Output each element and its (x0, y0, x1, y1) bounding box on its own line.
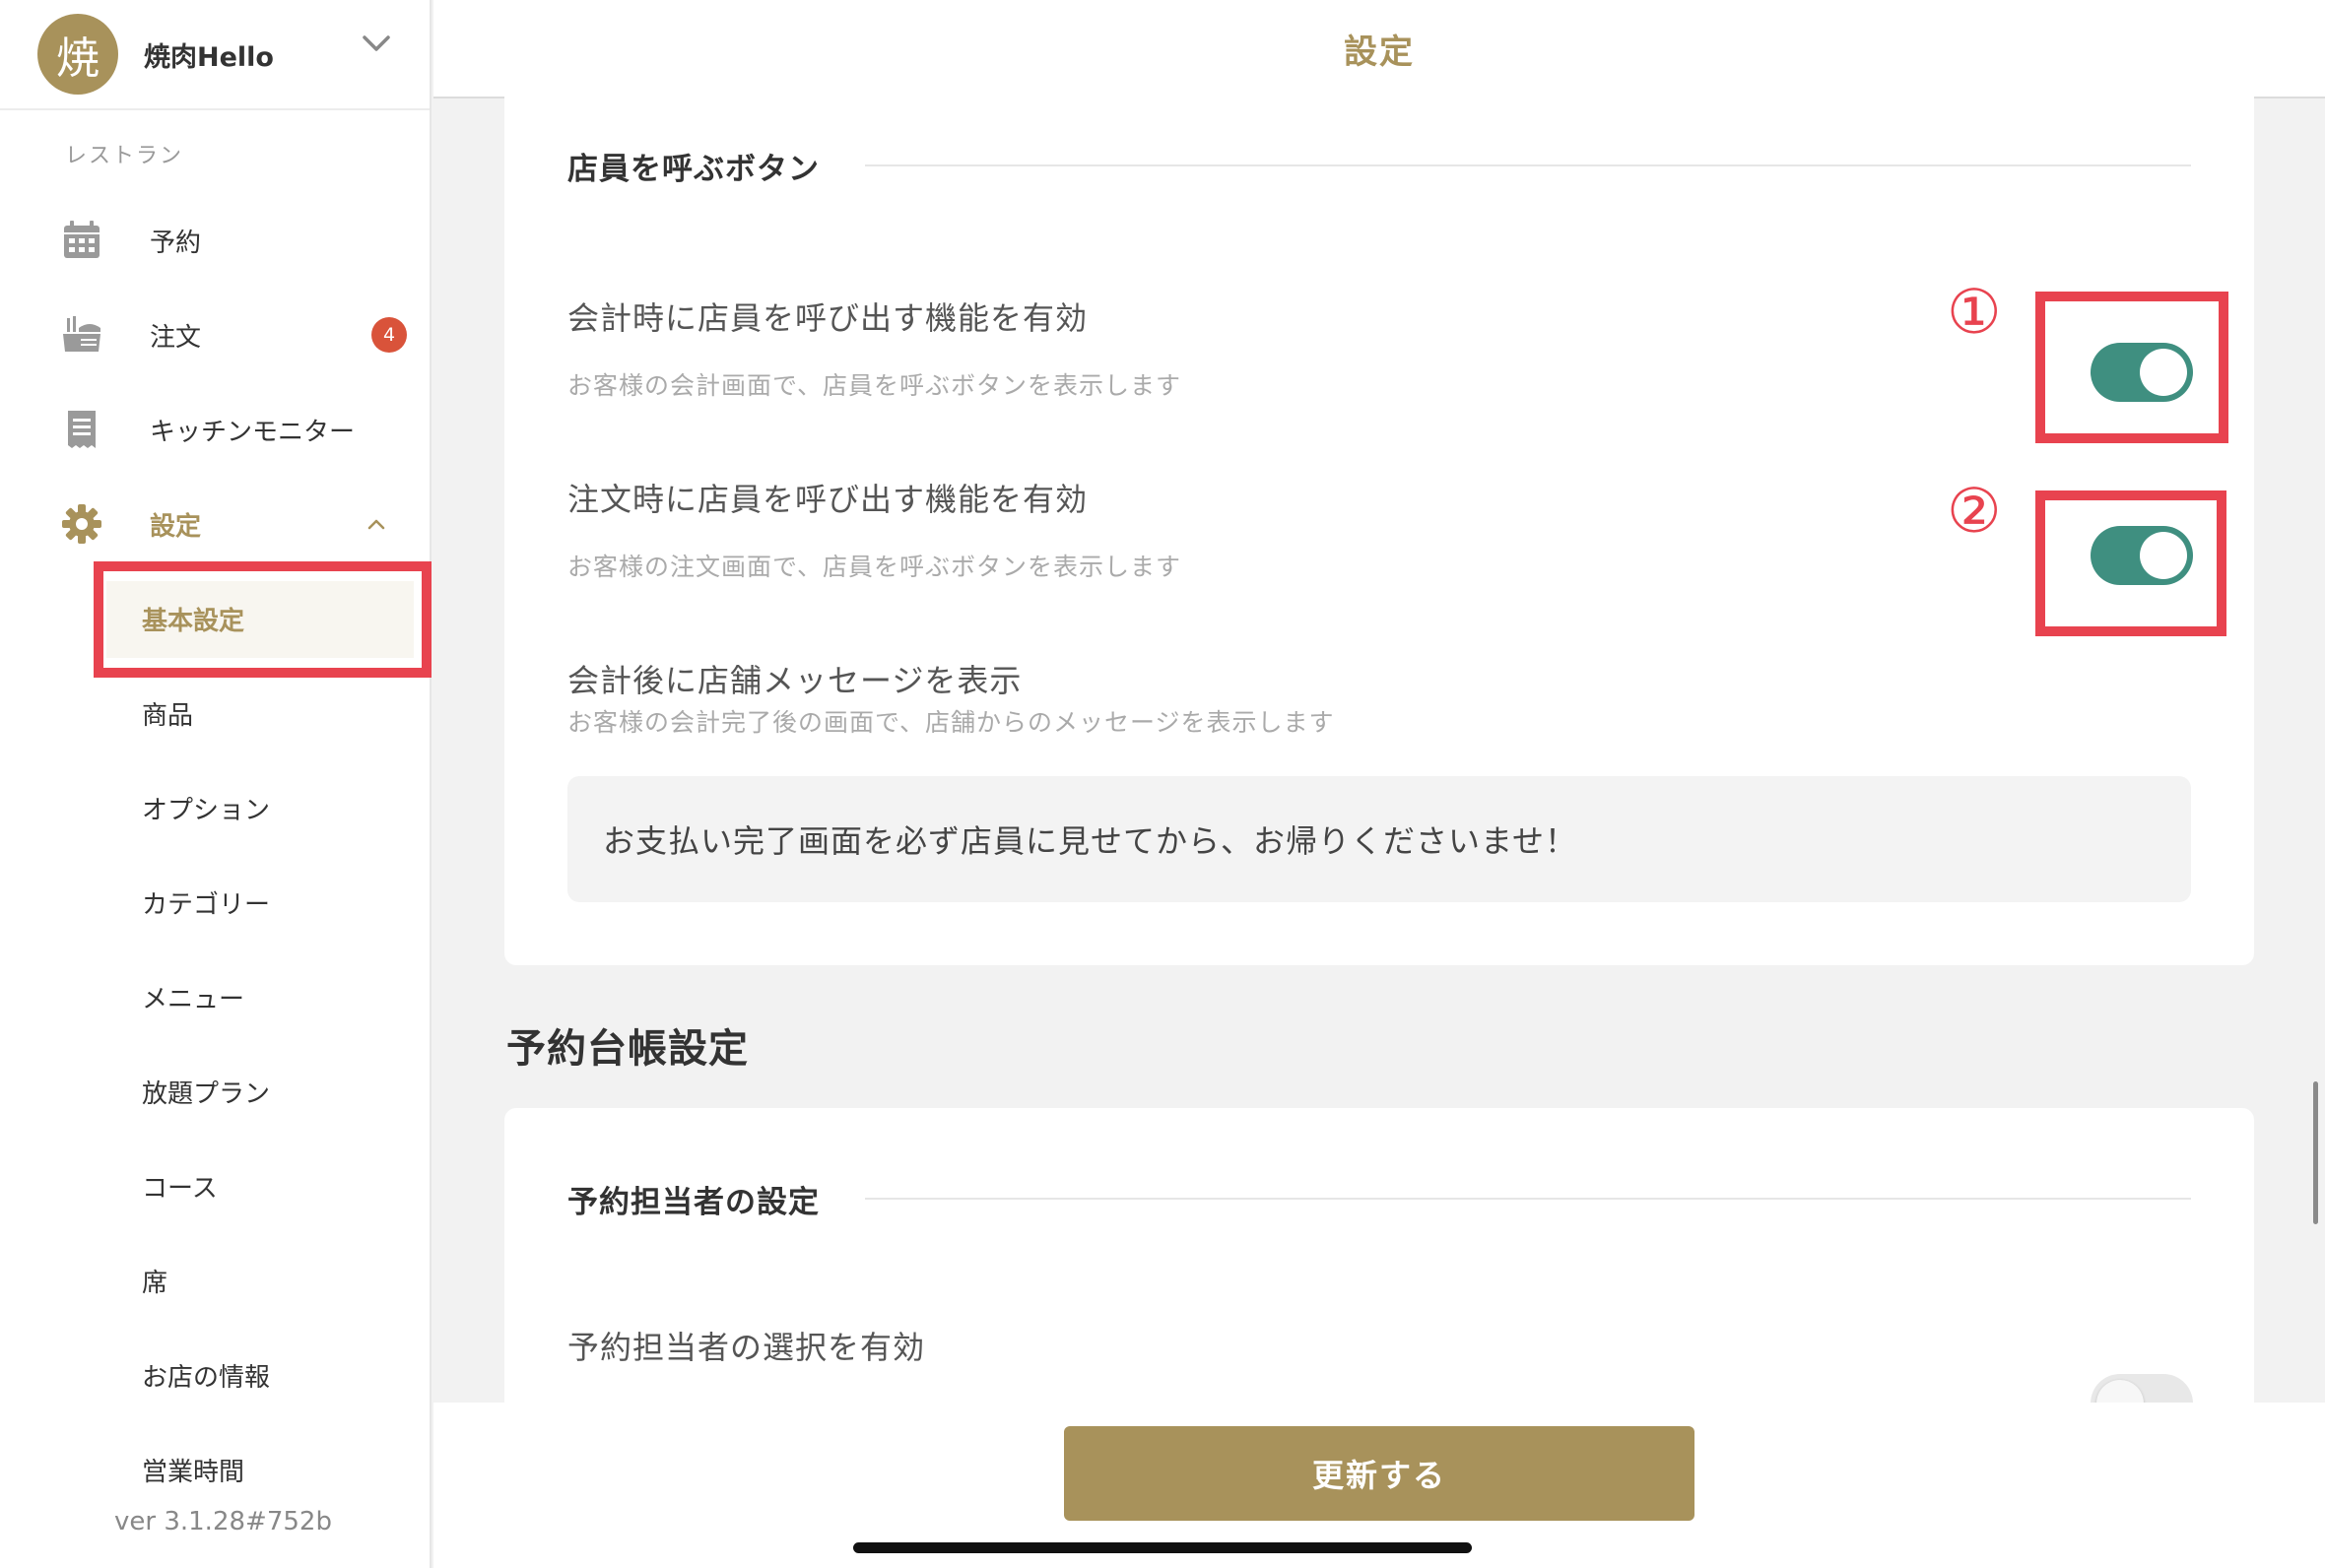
calendar-icon (64, 221, 100, 258)
sidebar-subitem-label: オプション (142, 795, 271, 825)
sidebar-item-settings[interactable]: 設定 (0, 494, 432, 554)
chevron-up-icon[interactable] (357, 504, 396, 544)
sidebar-item-label: 設定 (150, 511, 202, 542)
sidebar-subitem-business-hours[interactable]: 営業時間 (0, 1440, 432, 1499)
sidebar-subitem-categories[interactable]: カテゴリー (0, 873, 432, 932)
sidebar-subitem-label: お店の情報 (142, 1362, 271, 1393)
sidebar-subitem-label: 席 (142, 1268, 168, 1298)
setting-title: 注文時に店員を呼び出す機能を有効 (567, 481, 1089, 518)
annotation-highlight-box (94, 561, 432, 678)
sidebar-subitem-label: メニュー (142, 984, 245, 1014)
vertical-scrollbar[interactable] (2313, 1081, 2318, 1224)
page-title: 設定 (1344, 32, 1415, 72)
receipt-icon (68, 411, 96, 448)
setting-title: 会計後に店舗メッセージを表示 (567, 662, 1023, 699)
gear-icon (62, 504, 101, 544)
annotation-number: ① (1947, 276, 2002, 348)
sidebar-subitem-label: 商品 (142, 700, 194, 731)
annotation-highlight-box (2035, 490, 2226, 636)
sidebar-item-label: 注文 (150, 322, 202, 353)
annotation-number: ② (1947, 475, 2002, 547)
sidebar-subitem-options[interactable]: オプション (0, 778, 432, 837)
section-divider (865, 164, 2191, 166)
sidebar-subitem-label: 営業時間 (142, 1457, 245, 1487)
section-label-restaurant: レストラン (65, 144, 184, 168)
section-divider (865, 1198, 2191, 1200)
store-switcher[interactable]: 焼 焼肉Hello (0, 0, 430, 110)
sidebar-subitem-store-info[interactable]: お店の情報 (0, 1345, 432, 1405)
sidebar-subitem-label: カテゴリー (142, 889, 271, 920)
sidebar-item-label: キッチンモニター (150, 417, 356, 447)
settings-card-call-staff: 店員を呼ぶボタン 会計時に店員を呼び出す機能を有効 お客様の会計画面で、店員を呼… (504, 69, 2254, 965)
section-heading: 予約担当者の設定 (567, 1185, 820, 1220)
sidebar-subitem-label: コース (142, 1173, 218, 1204)
section-heading: 店員を呼ぶボタン (567, 152, 820, 187)
sidebar-subitem-products[interactable]: 商品 (0, 684, 432, 743)
order-count-badge: 4 (371, 317, 407, 353)
setting-description: お客様の会計完了後の画面で、店舗からのメッセージを表示します (567, 708, 1335, 737)
sidebar-subitem-label: 放題プラン (142, 1078, 271, 1109)
sidebar-subitem-all-you-can-plans[interactable]: 放題プラン (0, 1062, 432, 1121)
sidebar: 焼 焼肉Hello レストラン 予約 注文 4 キッチンモニター 設定 基本設定… (0, 0, 432, 1568)
home-indicator (853, 1542, 1472, 1553)
store-avatar: 焼 (37, 14, 118, 95)
order-tray-icon (63, 316, 100, 352)
update-button[interactable]: 更新する (1064, 1426, 1694, 1521)
sidebar-subitem-menu[interactable]: メニュー (0, 967, 432, 1026)
store-message-input[interactable]: お支払い完了画面を必ず店員に見せてから、お帰りくださいませ！ (567, 776, 2191, 902)
setting-title: 予約担当者の選択を有効 (567, 1329, 926, 1366)
annotation-highlight-box (2035, 292, 2228, 443)
setting-description: お客様の注文画面で、店員を呼ぶボタンを表示します (567, 553, 1182, 581)
chevron-down-icon[interactable] (355, 22, 398, 65)
sidebar-item-orders[interactable]: 注文 4 (0, 305, 432, 364)
sidebar-item-kitchen-monitor[interactable]: キッチンモニター (0, 400, 432, 459)
app-version: ver 3.1.28#752b (114, 1507, 332, 1536)
sidebar-subitem-seats[interactable]: 席 (0, 1251, 432, 1310)
section-title-reservation: 予約台帳設定 (506, 1026, 749, 1072)
setting-description: お客様の会計画面で、店員を呼ぶボタンを表示します (567, 371, 1182, 400)
sidebar-item-reservation[interactable]: 予約 (0, 211, 432, 270)
setting-title: 会計時に店員を呼び出す機能を有効 (567, 299, 1089, 337)
sidebar-item-label: 予約 (150, 228, 202, 258)
store-name: 焼肉Hello (144, 41, 274, 73)
sidebar-subitem-courses[interactable]: コース (0, 1156, 432, 1215)
